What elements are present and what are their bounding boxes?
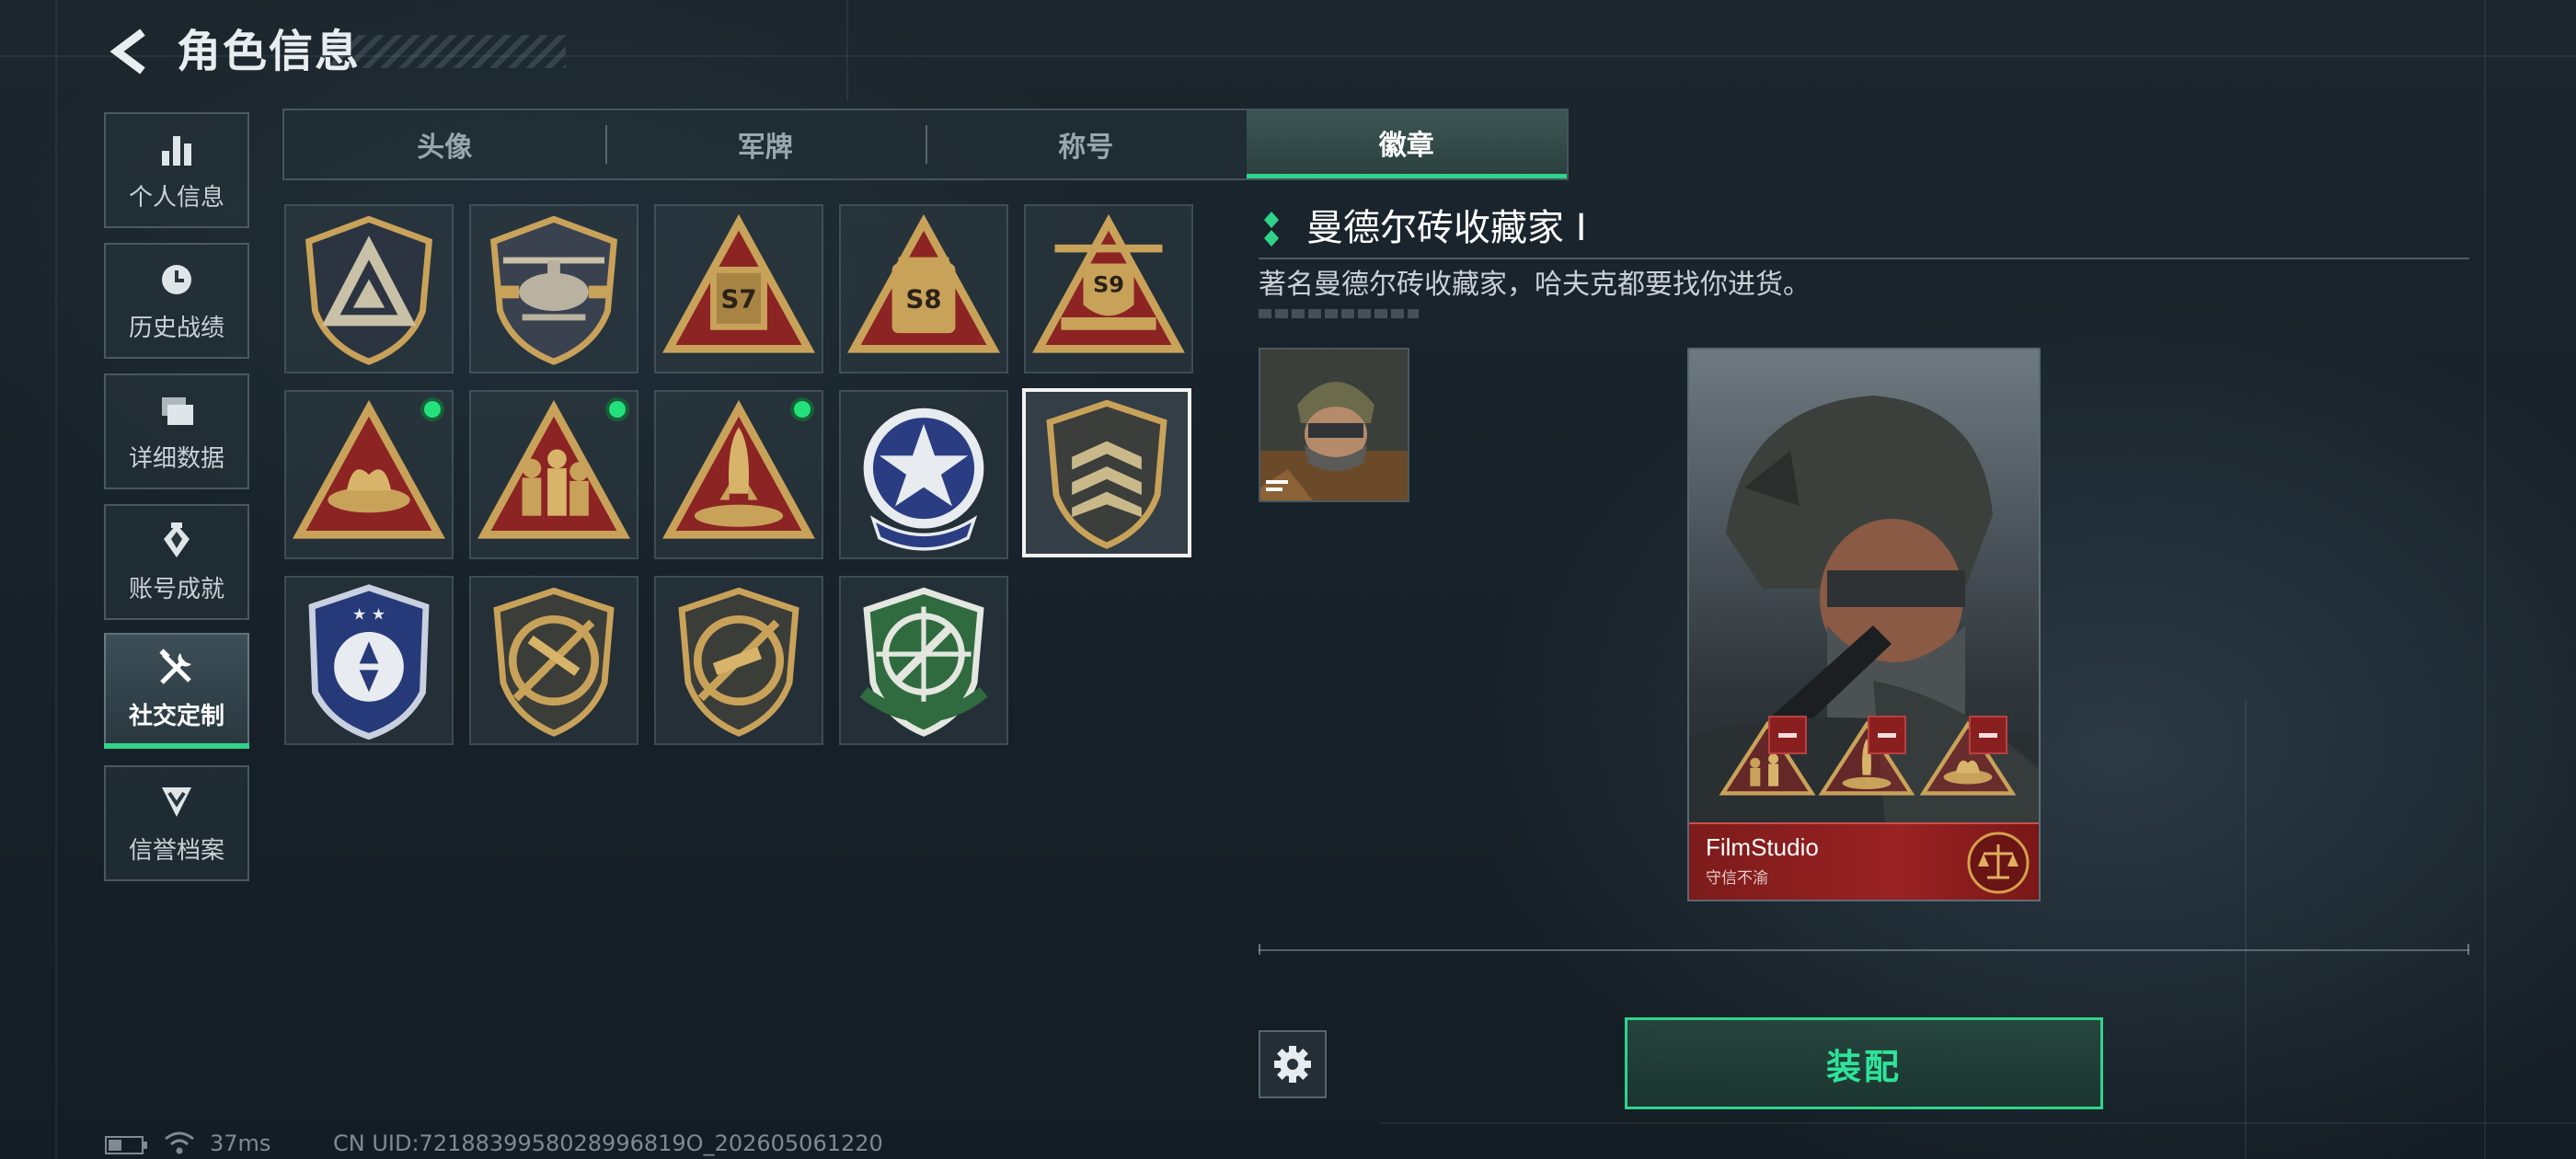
badge-cell[interactable]: S9 (1024, 204, 1193, 373)
soldiers-badge (477, 399, 630, 539)
badge-title: 曼德尔砖收藏家 I (1306, 207, 1587, 249)
badge-cell[interactable] (284, 390, 454, 559)
chevron-shield-badge (1046, 399, 1167, 549)
sidebar-item-label: 个人信息 (128, 183, 224, 212)
sidebar-item-credit[interactable]: 信誉档案 (104, 765, 249, 881)
back-arrow-icon (109, 29, 145, 75)
settings-button[interactable] (1259, 1030, 1327, 1098)
sidebar-item-details[interactable]: 详细数据 (104, 373, 249, 489)
badge-cell[interactable] (839, 576, 1008, 745)
sidebar-item-history[interactable]: 历史战绩 (104, 243, 249, 359)
badge-cell-selected[interactable] (1022, 388, 1191, 557)
remove-badge-1-button[interactable] (1768, 716, 1807, 754)
badge-cell[interactable]: S8 (839, 204, 1008, 373)
bricks-badge (293, 399, 445, 539)
rifle-badge (493, 587, 615, 737)
player-name: FilmStudio (1706, 833, 1819, 861)
new-indicator (420, 397, 444, 421)
player-motto: 守信不渝 (1706, 869, 1768, 888)
uid-readout: CN UID:7218839958028996819O_202605061220 (333, 1130, 883, 1156)
badge-cell[interactable] (469, 390, 638, 559)
tab-bar: 头像 军牌 称号 徽章 (282, 109, 1569, 180)
sidebar-item-social[interactable]: 社交定制 (104, 633, 249, 745)
delta-shield-badge (305, 215, 433, 365)
blue-police-badge: ★ ★ (308, 584, 430, 740)
svg-text:S8: S8 (906, 285, 942, 315)
divider (1259, 258, 2469, 259)
badge-cell[interactable] (839, 390, 1008, 559)
sidebar-item-profile[interactable]: 个人信息 (104, 112, 249, 228)
new-indicator (605, 397, 629, 421)
card-nameplate: FilmStudio 守信不渝 (1689, 822, 2039, 900)
tab-title[interactable]: 称号 (926, 110, 1247, 178)
badge-cell[interactable] (469, 204, 638, 373)
s7-badge: S7 (662, 213, 815, 353)
badge-cell[interactable] (654, 390, 823, 559)
svg-text:S7: S7 (721, 285, 757, 315)
sidebar-item-label: 社交定制 (128, 702, 224, 730)
sidebar-active-indicator (104, 743, 249, 749)
smg-badge (678, 587, 799, 737)
svg-text:★ ★: ★ ★ (352, 605, 385, 624)
helicopter-badge (489, 215, 618, 365)
badge-cell[interactable] (284, 204, 454, 373)
back-button[interactable] (101, 24, 156, 79)
ping-readout: 37ms (210, 1130, 271, 1156)
tab-dogtag[interactable]: 军牌 (604, 110, 926, 178)
clock-icon (156, 259, 197, 300)
sidebar-item-label: 历史战绩 (128, 314, 224, 342)
star-wreath-badge (863, 407, 984, 551)
shield-chevron-icon (156, 782, 197, 822)
gear-icon (1274, 1046, 1311, 1083)
sidebar-item-label: 详细数据 (128, 444, 224, 473)
sidebar-item-achievements[interactable]: 账号成就 (104, 504, 249, 620)
s9-badge: S9 (1032, 213, 1185, 353)
badge-cell[interactable] (654, 576, 823, 745)
scales-emblem-icon (1967, 832, 2030, 894)
decorative-stripe (1259, 309, 1419, 318)
equip-button[interactable]: 装配 (1625, 1017, 2103, 1109)
tab-avatar[interactable]: 头像 (284, 110, 605, 178)
rocket-badge (662, 399, 815, 539)
sidebar-item-label: 账号成就 (128, 575, 224, 603)
player-avatar[interactable] (1259, 348, 1409, 502)
tab-badge[interactable]: 徽章 (1246, 110, 1567, 178)
svg-text:S9: S9 (1093, 271, 1124, 297)
bar-chart-icon (156, 129, 197, 169)
battery-icon (105, 1136, 147, 1154)
divider (1259, 944, 2469, 955)
green-scope-badge (859, 587, 988, 737)
wifi-icon (165, 1131, 194, 1154)
badge-cell[interactable] (469, 576, 638, 745)
badge-description: 著名曼德尔砖收藏家，哈夫克都要找你进货。 (1259, 269, 1811, 301)
achievement-icon (156, 521, 197, 561)
folder-icon (156, 390, 197, 430)
remove-badge-2-button[interactable] (1868, 716, 1906, 754)
new-indicator (790, 397, 814, 421)
title-marker-icon (1264, 212, 1279, 247)
tools-icon (156, 648, 197, 688)
s8-badge: S8 (847, 213, 1000, 353)
remove-badge-3-button[interactable] (1969, 716, 2007, 754)
badge-cell[interactable]: S7 (654, 204, 823, 373)
operator-portrait (1689, 350, 2039, 900)
sidebar-item-label: 信誉档案 (128, 836, 224, 865)
badge-cell[interactable]: ★ ★ (284, 576, 454, 745)
page-title: 角色信息 (177, 26, 362, 77)
player-card-preview: FilmStudio 守信不渝 (1687, 348, 2041, 901)
